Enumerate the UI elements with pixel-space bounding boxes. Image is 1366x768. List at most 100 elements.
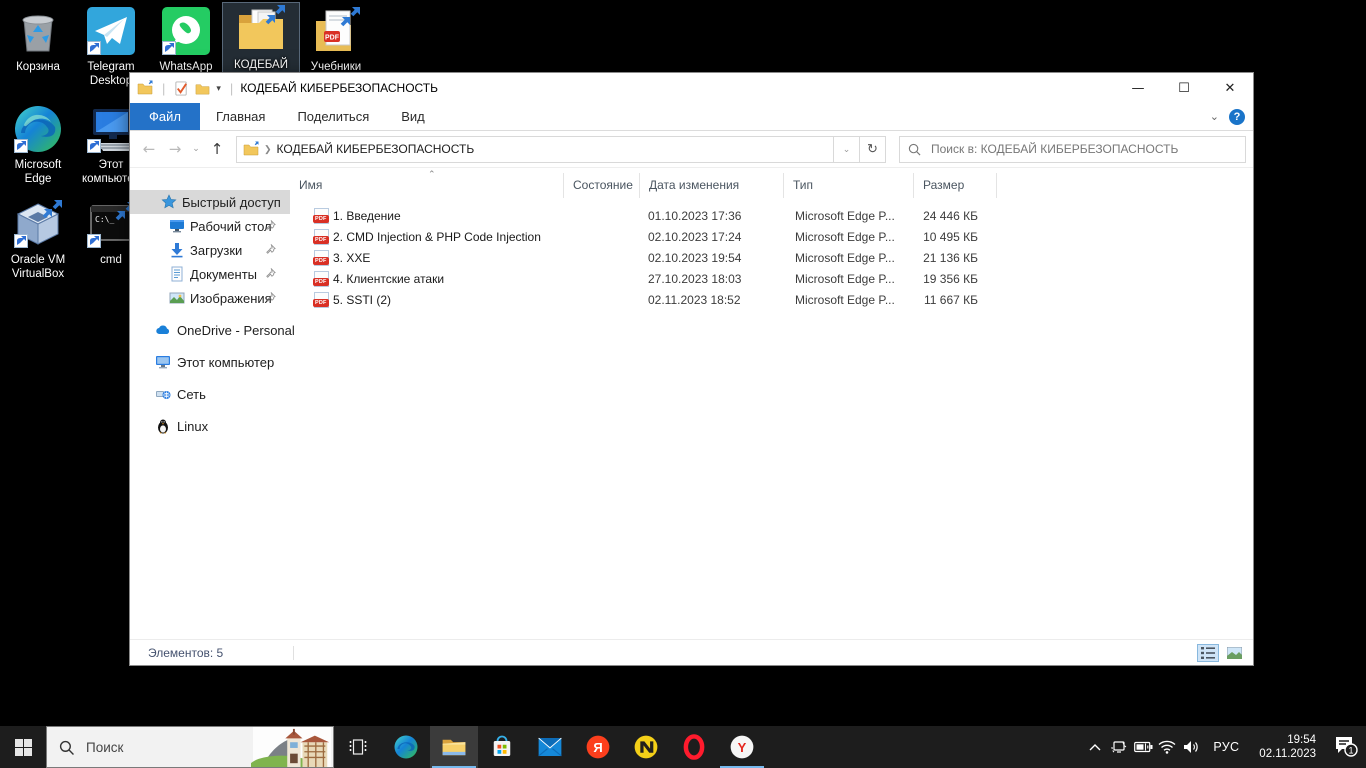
notification-badge: 1 (1348, 746, 1353, 756)
edge-icon (393, 734, 419, 760)
search-input[interactable] (929, 141, 1237, 157)
column-header-status[interactable]: Состояние (564, 173, 640, 198)
taskbar-yandex-button[interactable]: Я (574, 726, 622, 768)
taskbar-search-box[interactable] (46, 726, 334, 768)
tray-display-icon[interactable] (1107, 726, 1131, 768)
network-icon (155, 386, 171, 402)
taskbar-store-button[interactable] (478, 726, 526, 768)
file-rows: PDF 1. Введение 01.10.2023 17:36 Microso… (290, 205, 1253, 310)
tray-expand-icon[interactable] (1083, 726, 1107, 768)
breadcrumb-path[interactable]: КОДЕБАЙ КИБЕРБЕЗОПАСНОСТЬ (277, 142, 475, 156)
navigation-bar: ← → ⌄ ↑ ❯ КОДЕБАЙ КИБЕРБЕЗОПАСНОСТЬ ⌄ ↻ (130, 131, 1253, 168)
file-name: 5. SSTI (2) (333, 293, 558, 307)
taskbar-yandex-browser-button[interactable]: Y (718, 726, 766, 768)
tab-view[interactable]: Вид (385, 103, 441, 130)
task-view-button[interactable] (334, 726, 382, 768)
forward-button[interactable]: → (162, 140, 188, 158)
desktop-icon-virtualbox[interactable]: Oracle VM VirtualBox (0, 198, 76, 281)
taskbar-opera-button[interactable] (670, 726, 718, 768)
file-row[interactable]: PDF 5. SSTI (2) 02.11.2023 18:52 Microso… (290, 289, 1253, 310)
sidebar-item-this-pc[interactable]: Этот компьютер (130, 350, 290, 374)
back-button[interactable]: ← (136, 140, 162, 158)
divider: | (159, 81, 168, 96)
tab-home[interactable]: Главная (200, 103, 281, 130)
desktop-icon-edge[interactable]: Microsoft Edge (0, 103, 76, 186)
notification-center-button[interactable]: 1 (1326, 726, 1366, 768)
clock[interactable]: 19:54 02.11.2023 (1249, 733, 1326, 761)
divider: | (227, 81, 236, 96)
window-title: КОДЕБАЙ КИБЕРБЕЗОПАСНОСТЬ (240, 81, 438, 95)
file-type: Microsoft Edge P... (795, 230, 895, 244)
column-header-modified[interactable]: Дата изменения (640, 173, 784, 198)
up-button[interactable]: ↑ (204, 140, 230, 158)
cmd-prompt-text: C:\_ (95, 215, 114, 224)
properties-button-icon[interactable] (174, 81, 189, 96)
file-list: ⌃ Имя Состояние Дата изменения Тип Разме… (290, 168, 1253, 639)
battery-icon[interactable] (1131, 726, 1155, 768)
file-row[interactable]: PDF 1. Введение 01.10.2023 17:36 Microso… (290, 205, 1253, 226)
sidebar-item-label: OneDrive - Personal (177, 323, 295, 338)
shortcut-arrow-icon (14, 234, 28, 248)
new-folder-button-icon[interactable] (195, 81, 210, 96)
search-highlight-image[interactable] (251, 727, 333, 767)
address-dropdown-icon[interactable]: ⌄ (833, 137, 859, 162)
refresh-icon[interactable]: ↻ (859, 137, 885, 162)
qat-customize-icon[interactable]: ▾ (216, 83, 221, 94)
sidebar-item-onedrive[interactable]: OneDrive - Personal (130, 318, 290, 342)
mail-icon (537, 736, 563, 758)
desktop-icon-recycle-bin[interactable]: Корзина (0, 5, 76, 74)
tab-file[interactable]: Файл (130, 103, 200, 130)
desktop-icon-kodebay[interactable]: PDF КОДЕБАЙ (223, 3, 299, 72)
start-button[interactable] (0, 726, 46, 768)
pdf-badge-text: PDF (313, 299, 329, 307)
column-header-name[interactable]: Имя (290, 173, 564, 198)
close-button[interactable]: ✕ (1207, 73, 1253, 103)
search-box[interactable] (899, 136, 1246, 163)
help-icon[interactable]: ? (1229, 109, 1245, 125)
volume-icon[interactable] (1179, 726, 1203, 768)
language-indicator[interactable]: РУС (1203, 740, 1249, 754)
pdf-file-icon: PDF (314, 250, 329, 266)
sidebar-item-label: Рабочий стол (190, 219, 272, 234)
desktop-icon-uchebniki[interactable]: PDF Учебники (298, 5, 374, 74)
taskbar-edge-button[interactable] (382, 726, 430, 768)
file-modified: 02.10.2023 19:54 (648, 251, 741, 265)
thumbnails-view-button[interactable] (1223, 644, 1245, 662)
recent-locations-icon[interactable]: ⌄ (188, 144, 204, 154)
ribbon-collapse-icon[interactable]: ⌄ (1210, 110, 1219, 123)
sidebar-item-documents[interactable]: Документы (130, 262, 290, 286)
pdf-badge-text: PDF (313, 257, 329, 265)
taskbar-n-yellow-app-button[interactable] (622, 726, 670, 768)
details-view-button[interactable] (1197, 644, 1219, 662)
file-row[interactable]: PDF 2. CMD Injection & PHP Code Injectio… (290, 226, 1253, 247)
sidebar-item-pictures[interactable]: Изображения (130, 286, 290, 310)
maximize-button[interactable]: ☐ (1161, 73, 1207, 103)
sidebar-item-desktop[interactable]: Рабочий стол (130, 214, 290, 238)
taskbar-search-input[interactable] (84, 739, 214, 756)
file-row[interactable]: PDF 4. Клиентские атаки 27.10.2023 18:03… (290, 268, 1253, 289)
column-header-type[interactable]: Тип (784, 173, 914, 198)
taskbar-mail-button[interactable] (526, 726, 574, 768)
breadcrumb-chevron-icon[interactable]: ❯ (264, 144, 272, 155)
desktop-icon-whatsapp[interactable]: WhatsApp (148, 5, 224, 74)
minimize-button[interactable]: — (1115, 73, 1161, 103)
file-size: 10 495 КБ (914, 230, 978, 244)
edge-icon (12, 103, 64, 155)
address-bar[interactable]: ❯ КОДЕБАЙ КИБЕРБЕЗОПАСНОСТЬ ⌄ ↻ (236, 136, 886, 163)
pdf-file-icon: PDF (314, 208, 329, 224)
wifi-icon[interactable] (1155, 726, 1179, 768)
folder-pdf-icon: PDF (310, 5, 362, 57)
windows-logo-icon (15, 739, 32, 756)
file-type: Microsoft Edge P... (795, 251, 895, 265)
file-name: 1. Введение (333, 209, 558, 223)
column-header-size[interactable]: Размер (914, 173, 997, 198)
sidebar-item-network[interactable]: Сеть (130, 382, 290, 406)
sidebar-item-linux[interactable]: Linux (130, 414, 290, 438)
desktop-icon-label: Oracle VM VirtualBox (0, 253, 76, 281)
tab-share[interactable]: Поделиться (281, 103, 385, 130)
sidebar-item-quick-access[interactable]: Быстрый доступ (130, 190, 290, 214)
taskbar-file-explorer-button[interactable] (430, 726, 478, 768)
file-row[interactable]: PDF 3. XXE 02.10.2023 19:54 Microsoft Ed… (290, 247, 1253, 268)
sidebar-item-downloads[interactable]: Загрузки (130, 238, 290, 262)
navigation-pane: Быстрый доступ Рабочий стол Загрузки Док… (130, 168, 290, 639)
